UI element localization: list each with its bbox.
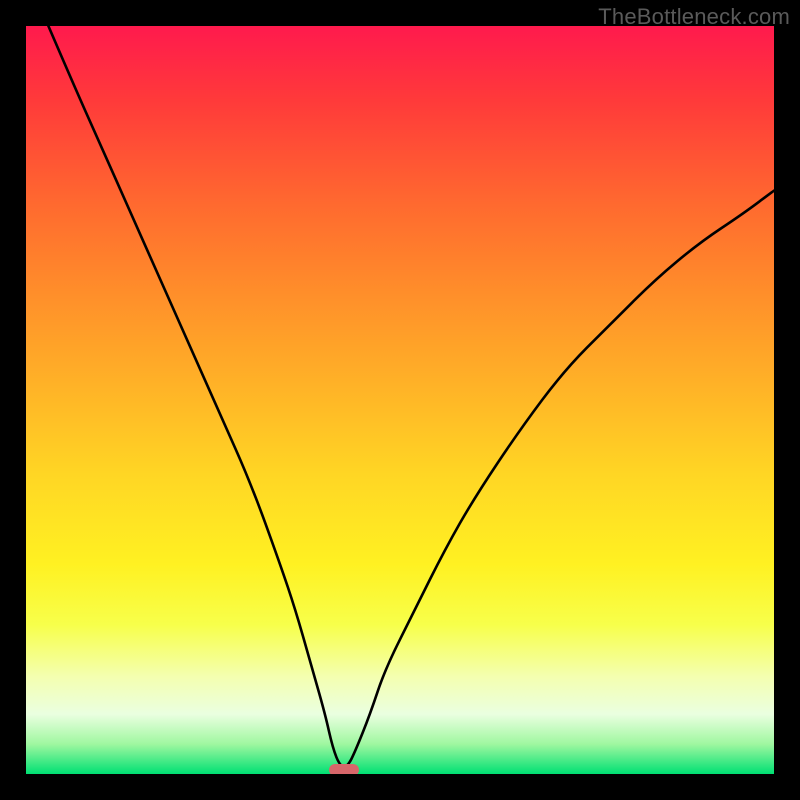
optimal-marker [329,764,359,775]
plot-area [26,26,774,774]
bottleneck-curve [26,26,774,774]
watermark-text: TheBottleneck.com [598,4,790,30]
chart-canvas: TheBottleneck.com [0,0,800,800]
